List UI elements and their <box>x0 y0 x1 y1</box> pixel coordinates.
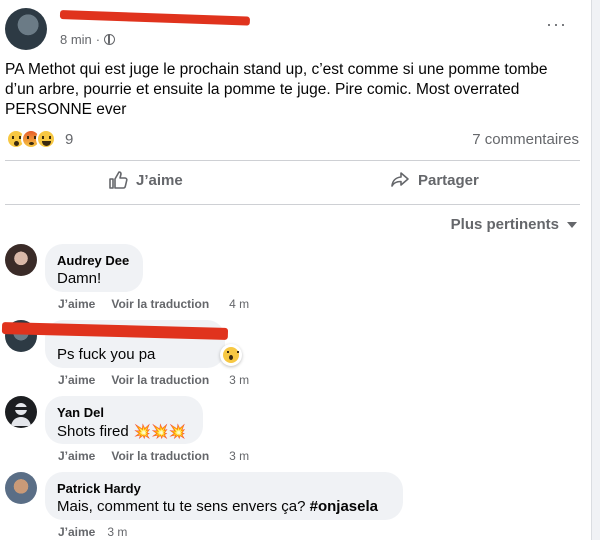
globe-icon <box>104 34 116 45</box>
comment-like-link[interactable]: J’aime <box>58 373 95 387</box>
comment-bubble: Audrey Dee Damn! <box>45 244 143 292</box>
commenter-avatar[interactable] <box>5 244 37 276</box>
comment-text: Shots fired 💥💥💥 <box>57 421 191 442</box>
divider <box>5 160 580 161</box>
post-meta: 8 min · <box>60 32 116 47</box>
more-options-icon[interactable]: ··· <box>546 14 567 35</box>
comment-actions: J’aime Voir la traduction 3 m <box>58 449 249 463</box>
redaction-mark <box>59 10 251 26</box>
see-translation-link[interactable]: Voir la traduction <box>111 449 209 463</box>
hooded-figure-icon <box>11 403 31 426</box>
comment-actions: J’aime Voir la traduction 3 m <box>58 373 249 387</box>
sort-label: Plus pertinents <box>450 216 559 233</box>
collision-emoji: 💥💥💥 <box>133 423 187 439</box>
comment-time[interactable]: 4 m <box>229 297 249 311</box>
divider <box>5 204 580 205</box>
commenter-name[interactable]: Audrey Dee <box>57 252 131 269</box>
like-button[interactable]: J’aime <box>108 170 183 190</box>
comment-text: Ps fuck you pa <box>57 346 156 363</box>
hashtag-link[interactable]: #onjasela <box>310 498 378 515</box>
wow-reaction-icon <box>223 347 239 363</box>
see-translation-link[interactable]: Voir la traduction <box>111 297 209 311</box>
comment-reaction-badge[interactable] <box>220 344 242 366</box>
chevron-down-icon <box>567 221 577 228</box>
comment-bubble: Yan Del Shots fired 💥💥💥 <box>45 396 203 444</box>
share-arrow-icon <box>391 172 409 187</box>
comment-time[interactable]: 3 m <box>229 373 249 387</box>
see-translation-link[interactable]: Voir la traduction <box>111 373 209 387</box>
post-card: 8 min · ··· PA Methot qui est juge le pr… <box>0 0 592 540</box>
comment-text: Damn! <box>57 270 102 287</box>
like-label: J’aime <box>136 171 183 189</box>
commenter-avatar[interactable] <box>5 396 37 428</box>
thumbs-up-icon <box>109 171 128 189</box>
comment-count[interactable]: 7 commentaires <box>472 131 579 148</box>
meta-separator: · <box>95 32 101 47</box>
comment-actions: J’aime Voir la traduction 4 m <box>58 297 249 311</box>
author-avatar[interactable] <box>5 8 47 50</box>
commenter-name[interactable]: Yan Del <box>57 404 191 421</box>
post-time[interactable]: 8 min <box>60 32 92 47</box>
comment-like-link[interactable]: J’aime <box>58 297 95 311</box>
comment-time[interactable]: 3 m <box>107 525 127 539</box>
comment-like-link[interactable]: J’aime <box>58 525 95 539</box>
commenter-name[interactable]: Patrick Hardy <box>57 480 391 497</box>
reaction-summary[interactable]: 9 <box>6 129 73 149</box>
reaction-count: 9 <box>65 130 74 148</box>
comment-bubble: Patrick Hardy Mais, comment tu te sens e… <box>45 472 403 520</box>
comment-time[interactable]: 3 m <box>229 449 249 463</box>
share-label: Partager <box>418 171 479 189</box>
post-text: PA Methot qui est juge le prochain stand… <box>5 61 548 118</box>
share-button[interactable]: Partager <box>390 170 479 190</box>
comment-text-body: Mais, comment tu te sens envers ça? <box>57 498 310 515</box>
comment-like-link[interactable]: J’aime <box>58 449 95 463</box>
comment-text: Mais, comment tu te sens envers ça? #onj… <box>57 497 391 517</box>
comment-text-body: Shots fired <box>57 423 129 440</box>
haha-reaction-icon <box>36 129 56 149</box>
comment-sort-dropdown[interactable]: Plus pertinents <box>451 216 577 233</box>
commenter-avatar[interactable] <box>5 472 37 504</box>
comment-actions: J’aime 3 m <box>58 525 127 539</box>
